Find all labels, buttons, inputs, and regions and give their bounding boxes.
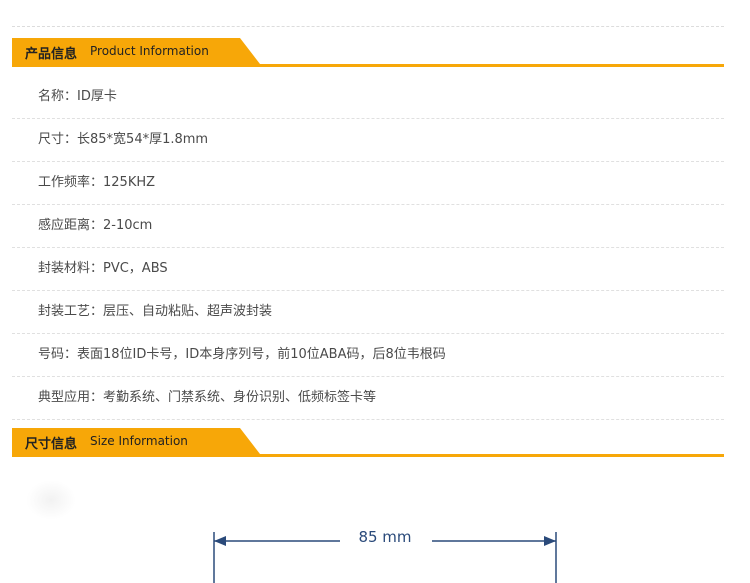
info-row-number: 号码：表面18位ID卡号，ID本身序列号，前10位ABA码，后8位韦根码	[12, 334, 724, 377]
faint-watermark	[26, 480, 76, 520]
info-row-size: 尺寸：长85*宽54*厚1.8mm	[12, 119, 724, 162]
info-row-application: 典型应用：考勤系统、门禁系统、身份识别、低频标签卡等	[12, 377, 724, 420]
size-info-title-en: Size Information	[90, 434, 188, 448]
info-row-range: 感应距离：2-10cm	[12, 205, 724, 248]
product-info-header: 产品信息 Product Information	[12, 38, 724, 67]
info-row-name: 名称：ID厚卡	[12, 76, 724, 119]
header-underline	[12, 454, 724, 457]
info-row-process: 封装工艺：层压、自动粘贴、超声波封装	[12, 291, 724, 334]
product-info-title-cn: 产品信息	[25, 47, 78, 62]
dimension-right-arrow	[544, 536, 556, 546]
product-info-list: 名称：ID厚卡 尺寸：长85*宽54*厚1.8mm 工作频率：125KHZ 感应…	[12, 76, 724, 420]
size-info-title-cn: 尺寸信息	[25, 437, 78, 452]
dimension-width-label: 85 mm	[358, 528, 412, 546]
info-row-frequency: 工作频率：125KHZ	[12, 162, 724, 205]
top-divider	[12, 26, 724, 27]
dimension-left-arrow	[214, 536, 226, 546]
header-underline	[12, 64, 724, 67]
size-info-header: 尺寸信息 Size Information	[12, 428, 724, 457]
product-info-title-en: Product Information	[90, 44, 209, 58]
info-row-material: 封装材料：PVC，ABS	[12, 248, 724, 291]
